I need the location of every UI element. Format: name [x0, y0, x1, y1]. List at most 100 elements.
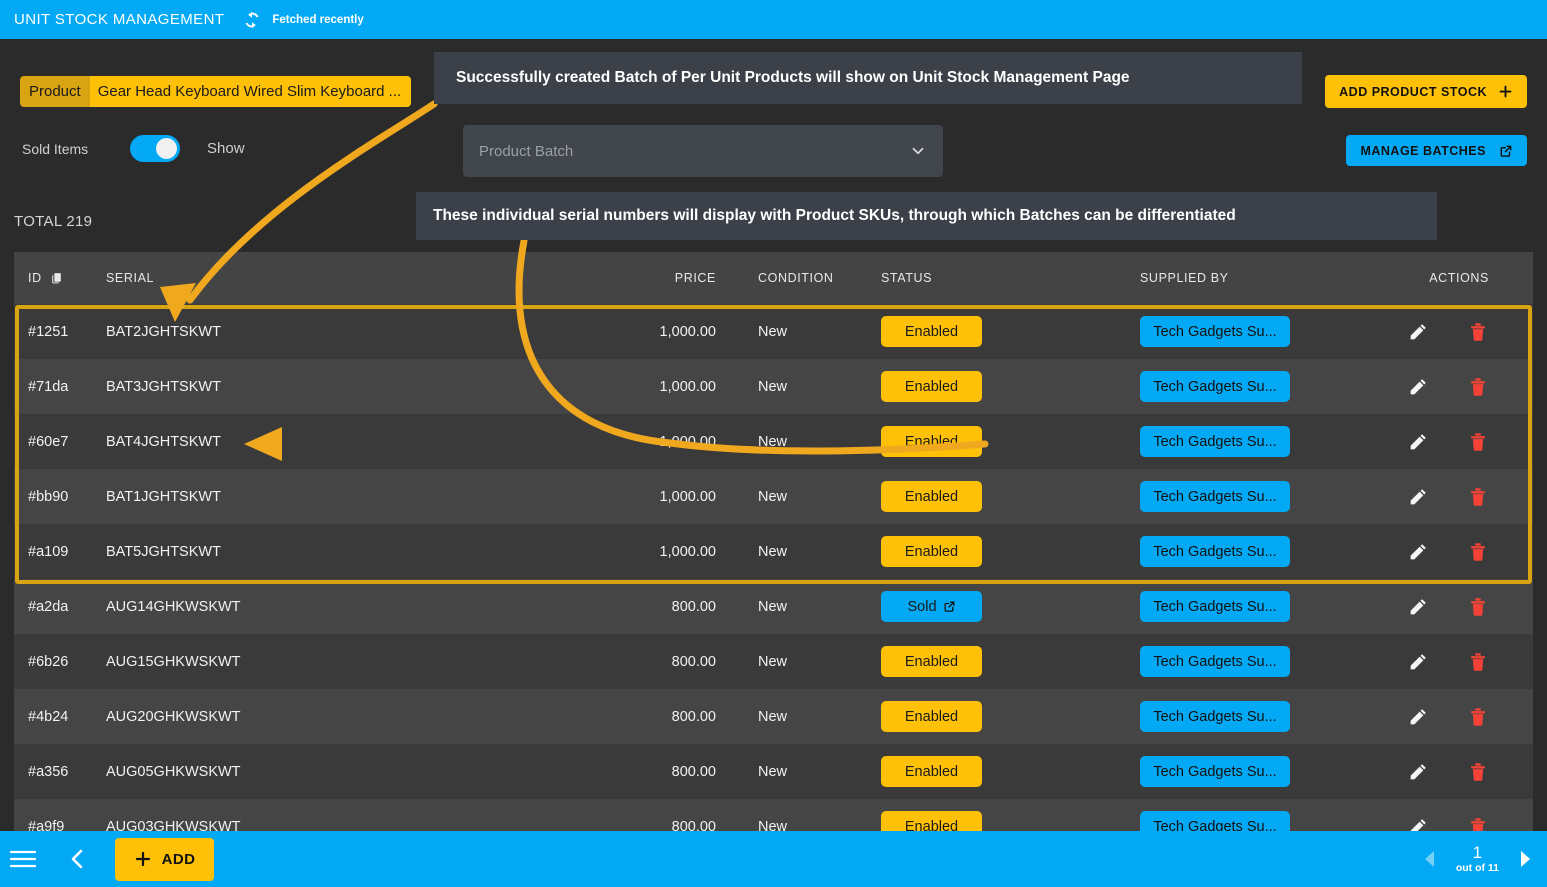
table-row[interactable]: #bb90 BAT1JGHTSKWT 1,000.00 New Enabled Tech …: [14, 469, 1533, 524]
add-button[interactable]: ADD: [115, 837, 214, 881]
supplier-button[interactable]: Tech Gadgets Su...: [1140, 701, 1290, 732]
column-header-id-label: ID: [28, 271, 42, 285]
product-filter-value: Gear Head Keyboard Wired Slim Keyboard .…: [89, 76, 412, 107]
cell-supplied-by: Tech Gadgets Su...: [1128, 426, 1393, 457]
cell-supplied-by: Tech Gadgets Su...: [1128, 371, 1393, 402]
status-badge-enabled[interactable]: Enabled: [881, 371, 982, 402]
sold-items-toggle[interactable]: [130, 135, 180, 162]
status-badge-enabled[interactable]: Enabled: [881, 756, 982, 787]
chevron-left-icon[interactable]: [67, 848, 87, 870]
trash-icon[interactable]: [1467, 706, 1489, 728]
trash-icon[interactable]: [1467, 376, 1489, 398]
external-link-icon: [1500, 145, 1512, 157]
cell-condition: New: [758, 378, 788, 395]
trash-icon[interactable]: [1467, 486, 1489, 508]
status-badge-enabled[interactable]: Enabled: [881, 316, 982, 347]
status-badge-sold[interactable]: Sold: [881, 591, 982, 622]
pencil-icon[interactable]: [1407, 761, 1429, 783]
chevron-down-icon: [912, 147, 924, 155]
table-row[interactable]: #60e7 BAT4JGHTSKWT 1,000.00 New Enabled Tech …: [14, 414, 1533, 469]
pencil-icon[interactable]: [1407, 376, 1429, 398]
unit-stock-management-page: UNIT STOCK MANAGEMENT Fetched recently P…: [0, 0, 1547, 887]
external-link-icon: [944, 601, 954, 612]
callout-serial-numbers: These individual serial numbers will dis…: [416, 192, 1437, 240]
cell-id: #a356: [28, 763, 69, 780]
cell-price: 800.00: [671, 763, 716, 780]
refresh-icon[interactable]: [241, 9, 263, 31]
cell-status: Enabled: [876, 756, 1128, 787]
trash-icon[interactable]: [1467, 761, 1489, 783]
table-row[interactable]: #1251 BAT2JGHTSKWT 1,000.00 New Enabled Tech …: [14, 304, 1533, 359]
copy-icon[interactable]: [50, 271, 63, 285]
cell-supplied-by: Tech Gadgets Su...: [1128, 481, 1393, 512]
supplier-button[interactable]: Tech Gadgets Su...: [1140, 591, 1290, 622]
manage-batches-button[interactable]: MANAGE BATCHES: [1346, 135, 1527, 166]
add-product-stock-label: ADD PRODUCT STOCK: [1339, 84, 1487, 99]
supplier-button[interactable]: Tech Gadgets Su...: [1140, 646, 1290, 677]
status-badge-label: Enabled: [904, 323, 959, 340]
cell-price: 800.00: [671, 598, 716, 615]
triangle-left-icon[interactable]: [1422, 850, 1438, 868]
table-row[interactable]: #a2da AUG14GHKWSKWT 800.00 New Sold Tech Gadg…: [14, 579, 1533, 634]
add-product-stock-button[interactable]: ADD PRODUCT STOCK: [1325, 75, 1527, 108]
pencil-icon[interactable]: [1407, 431, 1429, 453]
trash-icon[interactable]: [1467, 651, 1489, 673]
trash-icon[interactable]: [1467, 321, 1489, 343]
supplier-button[interactable]: Tech Gadgets Su...: [1140, 426, 1290, 457]
cell-supplied-by: Tech Gadgets Su...: [1128, 646, 1393, 677]
cell-condition: New: [758, 708, 788, 725]
cell-id: #60e7: [28, 433, 69, 450]
cell-price: 1,000.00: [659, 488, 716, 505]
table-row[interactable]: #4b24 AUG20GHKWSKWT 800.00 New Enabled Tech G…: [14, 689, 1533, 744]
cell-price: 1,000.00: [659, 378, 716, 395]
table-row[interactable]: #a356 AUG05GHKWSKWT 800.00 New Enabled Tech G…: [14, 744, 1533, 799]
supplier-button[interactable]: Tech Gadgets Su...: [1140, 371, 1290, 402]
cell-status: Enabled: [876, 481, 1128, 512]
status-badge-enabled[interactable]: Enabled: [881, 701, 982, 732]
supplier-button[interactable]: Tech Gadgets Su...: [1140, 756, 1290, 787]
table-row[interactable]: #71da BAT3JGHTSKWT 1,000.00 New Enabled Tech …: [14, 359, 1533, 414]
cell-serial: AUG14GHKWSKWT: [106, 598, 241, 615]
trash-icon[interactable]: [1467, 541, 1489, 563]
table-row[interactable]: #a109 BAT5JGHTSKWT 1,000.00 New Enabled Tech …: [14, 524, 1533, 579]
supplier-button[interactable]: Tech Gadgets Su...: [1140, 481, 1290, 512]
pencil-icon[interactable]: [1407, 486, 1429, 508]
hamburger-icon[interactable]: [10, 850, 36, 868]
cell-actions: [1393, 706, 1533, 728]
trash-icon[interactable]: [1467, 431, 1489, 453]
status-badge-enabled[interactable]: Enabled: [881, 481, 982, 512]
cell-serial: BAT1JGHTSKWT: [106, 488, 221, 505]
cell-status: Enabled: [876, 536, 1128, 567]
column-header-actions: ACTIONS: [1429, 271, 1489, 285]
pencil-icon[interactable]: [1407, 321, 1429, 343]
cell-actions: [1393, 376, 1533, 398]
pencil-icon[interactable]: [1407, 706, 1429, 728]
cell-actions: [1393, 596, 1533, 618]
pencil-icon[interactable]: [1407, 596, 1429, 618]
pagination-total-pages: out of 11: [1455, 861, 1499, 874]
supplier-button[interactable]: Tech Gadgets Su...: [1140, 316, 1290, 347]
pencil-icon[interactable]: [1407, 541, 1429, 563]
cell-actions: [1393, 651, 1533, 673]
status-badge-label: Enabled: [904, 433, 959, 450]
callout-batch-created-text: Successfully created Batch of Per Unit P…: [456, 69, 1130, 86]
cell-serial: AUG05GHKWSKWT: [106, 763, 241, 780]
status-badge-label: Enabled: [904, 378, 959, 395]
supplier-button[interactable]: Tech Gadgets Su...: [1140, 536, 1290, 567]
cell-serial: BAT3JGHTSKWT: [106, 378, 221, 395]
product-filter-chip[interactable]: Product Gear Head Keyboard Wired Slim Ke…: [20, 76, 412, 107]
cell-status: Enabled: [876, 426, 1128, 457]
status-badge-enabled[interactable]: Enabled: [881, 536, 982, 567]
triangle-right-icon[interactable]: [1517, 850, 1533, 868]
sold-items-state-label: Show: [207, 140, 245, 157]
cell-id: #4b24: [28, 708, 69, 725]
product-batch-select[interactable]: Product Batch: [463, 125, 943, 177]
status-badge-enabled[interactable]: Enabled: [881, 646, 982, 677]
column-header-status: STATUS: [881, 271, 933, 285]
table-row[interactable]: #6b26 AUG15GHKWSKWT 800.00 New Enabled Tech G…: [14, 634, 1533, 689]
column-header-condition: CONDITION: [758, 271, 834, 285]
trash-icon[interactable]: [1467, 596, 1489, 618]
cell-supplied-by: Tech Gadgets Su...: [1128, 316, 1393, 347]
pencil-icon[interactable]: [1407, 651, 1429, 673]
status-badge-enabled[interactable]: Enabled: [881, 426, 982, 457]
